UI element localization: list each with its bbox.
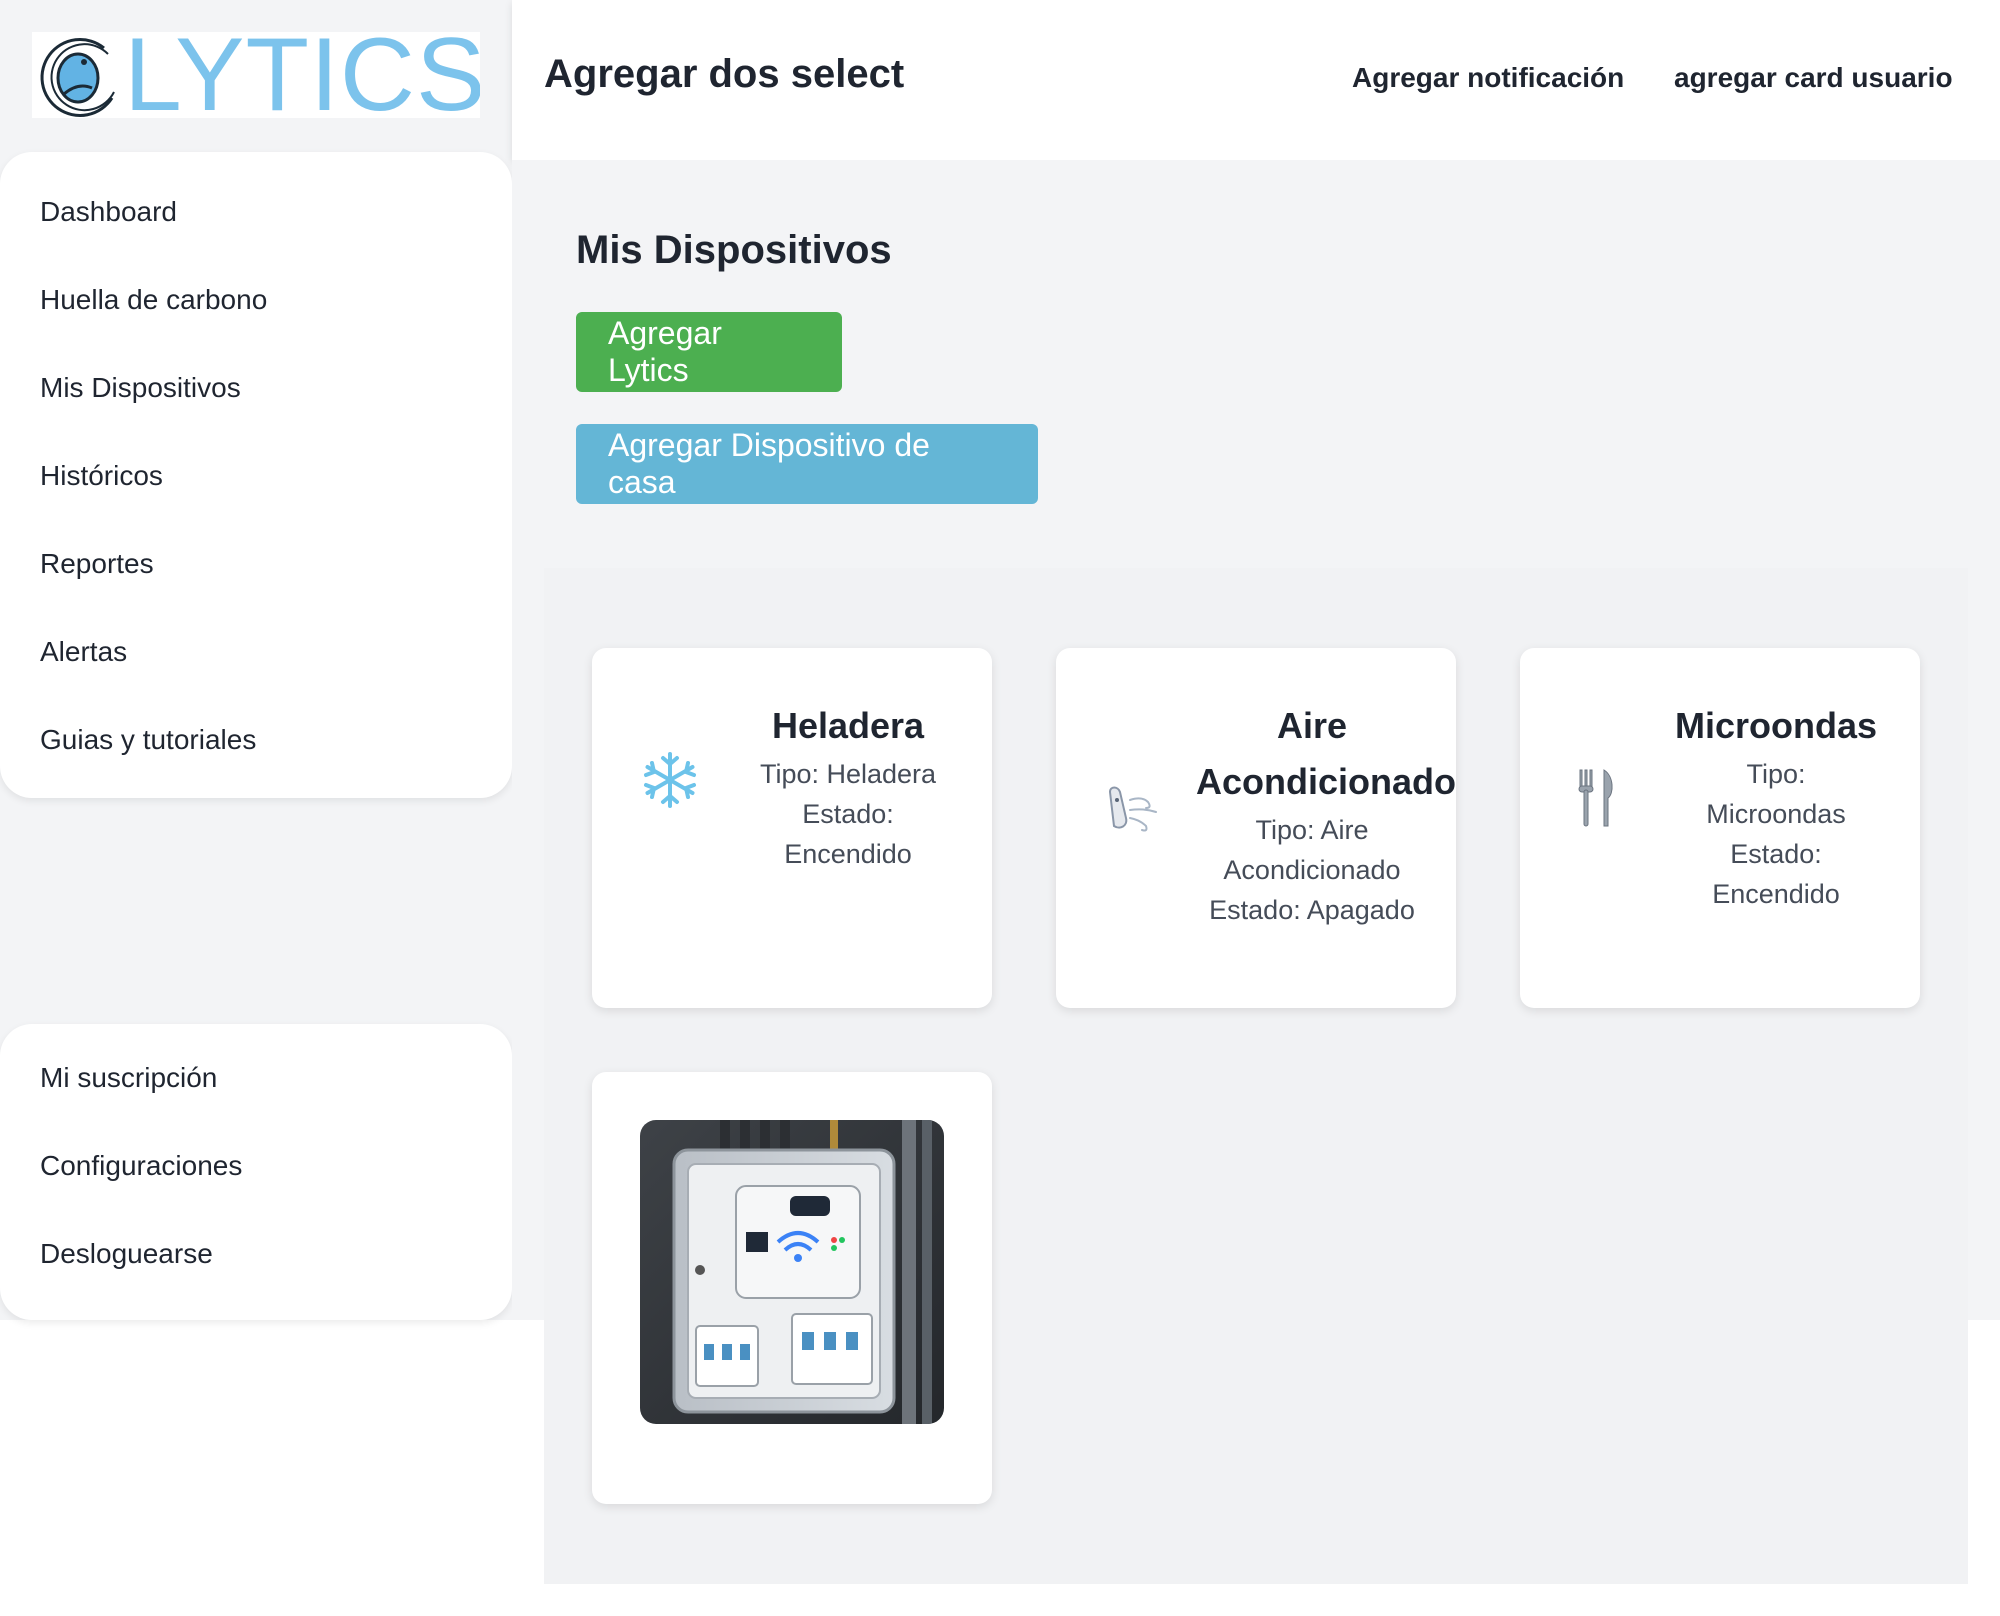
device-status-value: Encendido	[1712, 879, 1840, 909]
top-header: Agregar dos select Agregar notificación …	[512, 0, 2000, 160]
device-card-microondas[interactable]: Microondas Tipo: Microondas Estado: Ence…	[1520, 648, 1920, 1008]
bird-logo-icon	[40, 37, 115, 117]
add-lytics-button[interactable]: Agregar Lytics	[576, 312, 842, 392]
main-content: Mis Dispositivos Agregar Lytics Agregar …	[512, 160, 2000, 1584]
sidebar-item-mi-suscripcion[interactable]: Mi suscripción	[0, 1040, 512, 1128]
device-card-info: Heladera Tipo: Heladera Estado: Encendid…	[732, 698, 964, 874]
device-type-label: Tipo:	[1746, 759, 1806, 789]
device-card-info: Aire Acondicionado Tipo: Aire Acondicion…	[1196, 698, 1456, 930]
device-card-lytics[interactable]	[592, 1072, 992, 1504]
wind-icon	[1108, 786, 1157, 832]
sidebar-item-configuraciones[interactable]: Configuraciones	[0, 1128, 512, 1216]
sidebar-item-mis-dispositivos[interactable]: Mis Dispositivos	[0, 350, 512, 438]
sidebar-item-guias-y-tutoriales[interactable]: Guias y tutoriales	[0, 702, 512, 790]
device-name: Heladera	[771, 705, 925, 746]
device-card-info: Microondas Tipo: Microondas Estado: Ence…	[1660, 698, 1892, 914]
device-card-heladera[interactable]: Heladera Tipo: Heladera Estado: Encendid…	[592, 648, 992, 1008]
sidebar-item-historicos[interactable]: Históricos	[0, 438, 512, 526]
brand-logo-text: LYTICS	[124, 32, 480, 118]
snowflake-icon	[644, 752, 696, 808]
sidebar-item-desloguearse[interactable]: Desloguearse	[0, 1216, 512, 1304]
sidebar: LYTICS Dashboard Huella de carbono Mis D…	[0, 0, 512, 1320]
device-type-continued: Acondicionado	[1223, 855, 1401, 885]
sidebar-item-reportes[interactable]: Reportes	[0, 526, 512, 614]
sidebar-item-huella-de-carbono[interactable]: Huella de carbono	[0, 262, 512, 350]
device-type-value: Microondas	[1706, 799, 1846, 829]
device-type: Tipo: Heladera	[759, 759, 937, 789]
section-title: Mis Dispositivos	[576, 228, 892, 272]
device-type: Tipo: Aire	[1255, 815, 1369, 845]
fork-knife-icon	[1578, 769, 1613, 827]
device-status-value: Encendido	[784, 839, 912, 869]
device-name-line-1: Aire	[1276, 705, 1348, 746]
sidebar-primary-nav: Dashboard Huella de carbono Mis Disposit…	[0, 152, 512, 798]
device-card-aire-acondicionado[interactable]: Aire Acondicionado Tipo: Aire Acondicion…	[1056, 648, 1456, 1008]
add-user-card-link[interactable]: agregar card usuario	[1674, 62, 1953, 94]
sidebar-secondary-nav: Mi suscripción Configuraciones Desloguea…	[0, 1024, 512, 1320]
sidebar-item-alertas[interactable]: Alertas	[0, 614, 512, 702]
page-title: Agregar dos select	[544, 52, 905, 96]
device-status-label: Estado:	[1730, 839, 1822, 869]
brand-logo[interactable]: LYTICS	[32, 32, 480, 118]
add-home-device-button[interactable]: Agregar Dispositivo de casa	[576, 424, 1038, 504]
sidebar-item-dashboard[interactable]: Dashboard	[0, 174, 512, 262]
device-name-line-2: Acondicionado	[1196, 761, 1456, 802]
device-status: Estado: Apagado	[1209, 895, 1415, 925]
add-notification-link[interactable]: Agregar notificación	[1352, 62, 1624, 94]
device-status-label: Estado:	[802, 799, 894, 829]
devices-grid: Heladera Tipo: Heladera Estado: Encendid…	[544, 568, 1968, 1584]
wifi-breaker-box-image	[640, 1120, 944, 1424]
device-name: Microondas	[1674, 705, 1878, 746]
